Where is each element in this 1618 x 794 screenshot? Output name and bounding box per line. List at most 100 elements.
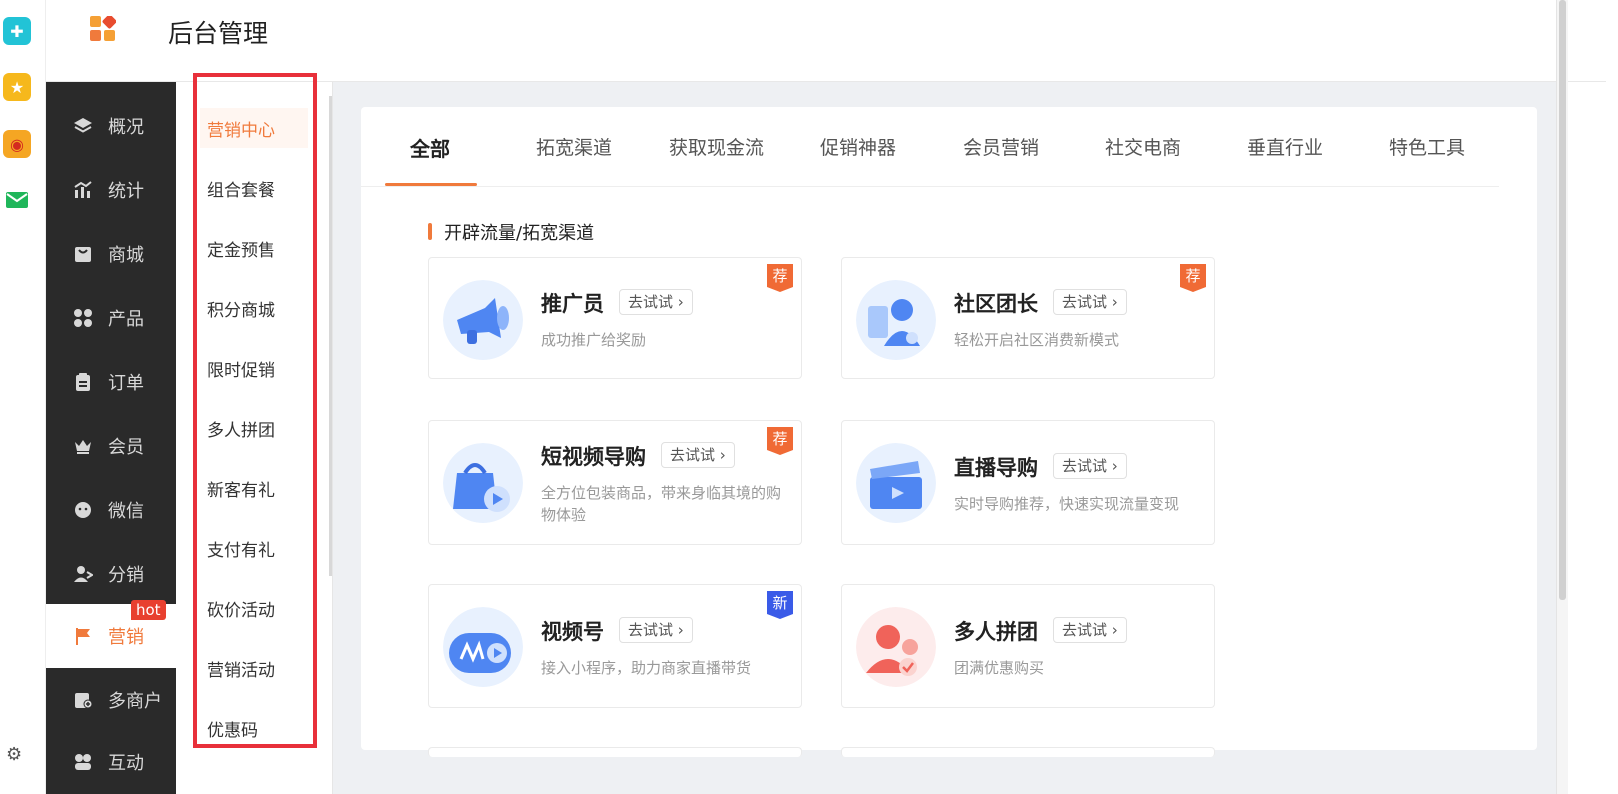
mail-icon[interactable]: [3, 186, 31, 214]
feature-card-video-channel[interactable]: 视频号 去试试 › 接入小程序，助力商家直播带货 新: [428, 584, 802, 708]
feature-card-promoter[interactable]: 推广员 去试试 › 成功推广给奖励 荐: [428, 257, 802, 379]
subnav-item-points-mall[interactable]: 积分商城: [200, 288, 308, 328]
interact-icon: [73, 752, 93, 772]
active-tab-indicator: [385, 183, 477, 186]
card-title: 推广员: [541, 292, 604, 316]
subnav-scrollbar[interactable]: [329, 96, 332, 576]
top-header: 后台管理: [46, 0, 1606, 82]
try-label: 去试试: [1062, 621, 1108, 639]
subnav-item-group-buy[interactable]: 多人拼团: [200, 408, 308, 448]
sidebar-item-overview[interactable]: 概况: [46, 94, 176, 158]
store-icon: [73, 244, 93, 264]
feature-card-live-shopping[interactable]: 直播导购 去试试 › 实时导购推荐，快速实现流量变现: [841, 420, 1215, 545]
try-button[interactable]: 去试试 ›: [661, 442, 735, 468]
sidebar-item-label: 统计: [108, 181, 144, 202]
recommend-badge: 荐: [767, 427, 793, 455]
tab-member-marketing[interactable]: 会员营销: [963, 133, 1039, 160]
try-button[interactable]: 去试试 ›: [1053, 453, 1127, 479]
recommend-badge: 荐: [767, 264, 793, 292]
feature-card-partial: [841, 747, 1215, 757]
tab-vertical-industry[interactable]: 垂直行业: [1247, 133, 1323, 160]
section-title: 开辟流量/拓宽渠道: [444, 223, 595, 244]
page-scrollbar[interactable]: [1556, 0, 1568, 794]
sidebar-item-label: 订单: [108, 373, 144, 394]
group-buy-icon: [856, 607, 936, 687]
sidebar-item-interaction[interactable]: 互动: [46, 730, 176, 794]
try-button[interactable]: 去试试 ›: [619, 289, 693, 315]
user-share-icon: [73, 564, 94, 584]
card-title: 直播导购: [954, 456, 1038, 480]
community-leader-icon: [856, 280, 936, 360]
card-description: 成功推广给奖励: [541, 331, 647, 349]
try-button[interactable]: 去试试 ›: [1053, 617, 1127, 643]
flag-icon: [73, 626, 93, 646]
subnav-item-flash-sale[interactable]: 限时促销: [200, 348, 308, 388]
sidebar-item-label: 会员: [108, 437, 144, 458]
merchant-icon: [73, 690, 93, 710]
tab-cash-flow[interactable]: 获取现金流: [669, 133, 764, 160]
sidebar-item-mall[interactable]: 商城: [46, 222, 176, 286]
tab-social-ecommerce[interactable]: 社交电商: [1105, 133, 1181, 160]
feature-card-partial: [428, 747, 802, 757]
subnav-item-combo[interactable]: 组合套餐: [200, 168, 308, 208]
chart-icon: [73, 180, 93, 200]
sidebar-item-label: 产品: [108, 309, 144, 330]
tab-expand-channels[interactable]: 拓宽渠道: [536, 133, 612, 160]
weibo-icon[interactable]: ◉: [3, 130, 31, 158]
tab-special-tools[interactable]: 特色工具: [1389, 133, 1465, 160]
try-label: 去试试: [670, 446, 716, 464]
sidebar-item-label: 分销: [108, 565, 144, 586]
recommend-badge: 荐: [1180, 264, 1206, 292]
feature-card-short-video[interactable]: 短视频导购 去试试 › 全方位包装商品，带来身临其境的购物体验 荐: [428, 420, 802, 545]
favorites-star-icon[interactable]: ★: [3, 73, 31, 101]
try-label: 去试试: [628, 293, 674, 311]
try-button[interactable]: 去试试 ›: [1053, 289, 1127, 315]
card-description: 团满优惠购买: [954, 659, 1045, 677]
sidebar-item-label: 营销: [108, 627, 144, 648]
megaphone-icon: [443, 280, 523, 360]
feature-card-group-buy[interactable]: 多人拼团 去试试 › 团满优惠购买: [841, 584, 1215, 708]
subnav-item-bargain[interactable]: 砍价活动: [200, 588, 308, 628]
app-plugin-icon[interactable]: ✚: [3, 17, 31, 45]
grid-icon: [73, 308, 93, 328]
try-label: 去试试: [1062, 293, 1108, 311]
app-logo-icon: [90, 16, 116, 41]
new-badge: 新: [767, 591, 793, 619]
sidebar-item-distribution[interactable]: 分销: [46, 542, 176, 606]
layers-icon: [73, 116, 93, 136]
app-title: 后台管理: [168, 19, 269, 48]
subnav-item-deposit-presale[interactable]: 定金预售: [200, 228, 308, 268]
tab-promotion-tools[interactable]: 促销神器: [820, 133, 896, 160]
settings-gear-icon[interactable]: ⚙: [6, 744, 26, 765]
card-description: 全方位包装商品，带来身临其境的购物体验: [541, 484, 782, 524]
marketing-panel: 全部 拓宽渠道 获取现金流 促销神器 会员营销 社交电商 垂直行业 特色工具 开…: [361, 107, 1537, 757]
sidebar-item-wechat[interactable]: 微信: [46, 478, 176, 542]
sidebar-item-members[interactable]: 会员: [46, 414, 176, 478]
sidebar-item-products[interactable]: 产品: [46, 286, 176, 350]
sidebar-item-label: 概况: [108, 117, 144, 138]
feature-card-community-leader[interactable]: 社区团长 去试试 › 轻松开启社区消费新模式 荐: [841, 257, 1215, 379]
card-description: 接入小程序，助力商家直播带货: [541, 659, 752, 677]
card-title: 短视频导购: [541, 445, 646, 469]
sidebar-item-orders[interactable]: 订单: [46, 350, 176, 414]
page-scrollbar-thumb[interactable]: [1559, 0, 1566, 600]
subnav-item-coupon-code[interactable]: 优惠码: [200, 708, 308, 748]
card-description: 实时导购推荐，快速实现流量变现: [954, 495, 1180, 513]
try-button[interactable]: 去试试 ›: [619, 617, 693, 643]
sidebar-item-multi-merchant[interactable]: 多商户: [46, 668, 176, 732]
subnav-item-marketing-events[interactable]: 营销活动: [200, 648, 308, 688]
tab-all[interactable]: 全部: [410, 133, 450, 162]
crown-icon: [73, 436, 93, 456]
card-title: 多人拼团: [954, 620, 1038, 644]
subnav-item-new-customer-gift[interactable]: 新客有礼: [200, 468, 308, 508]
shopping-bag-video-icon: [443, 443, 523, 523]
subnav-item-marketing-center[interactable]: 营销中心: [200, 108, 308, 148]
browser-sidebar: ✚ ★ ◉ ⚙: [0, 0, 46, 794]
sidebar-item-label: 微信: [108, 501, 144, 522]
card-title: 社区团长: [954, 292, 1038, 316]
try-label: 去试试: [628, 621, 674, 639]
subnav-item-payment-gift[interactable]: 支付有礼: [200, 528, 308, 568]
sidebar-item-label: 商城: [108, 245, 144, 266]
sidebar-item-stats[interactable]: 统计: [46, 158, 176, 222]
main-sidebar: 概况 统计 商城 产品 订单 会员 微信 分销 营销 多商户 互动: [46, 82, 176, 794]
